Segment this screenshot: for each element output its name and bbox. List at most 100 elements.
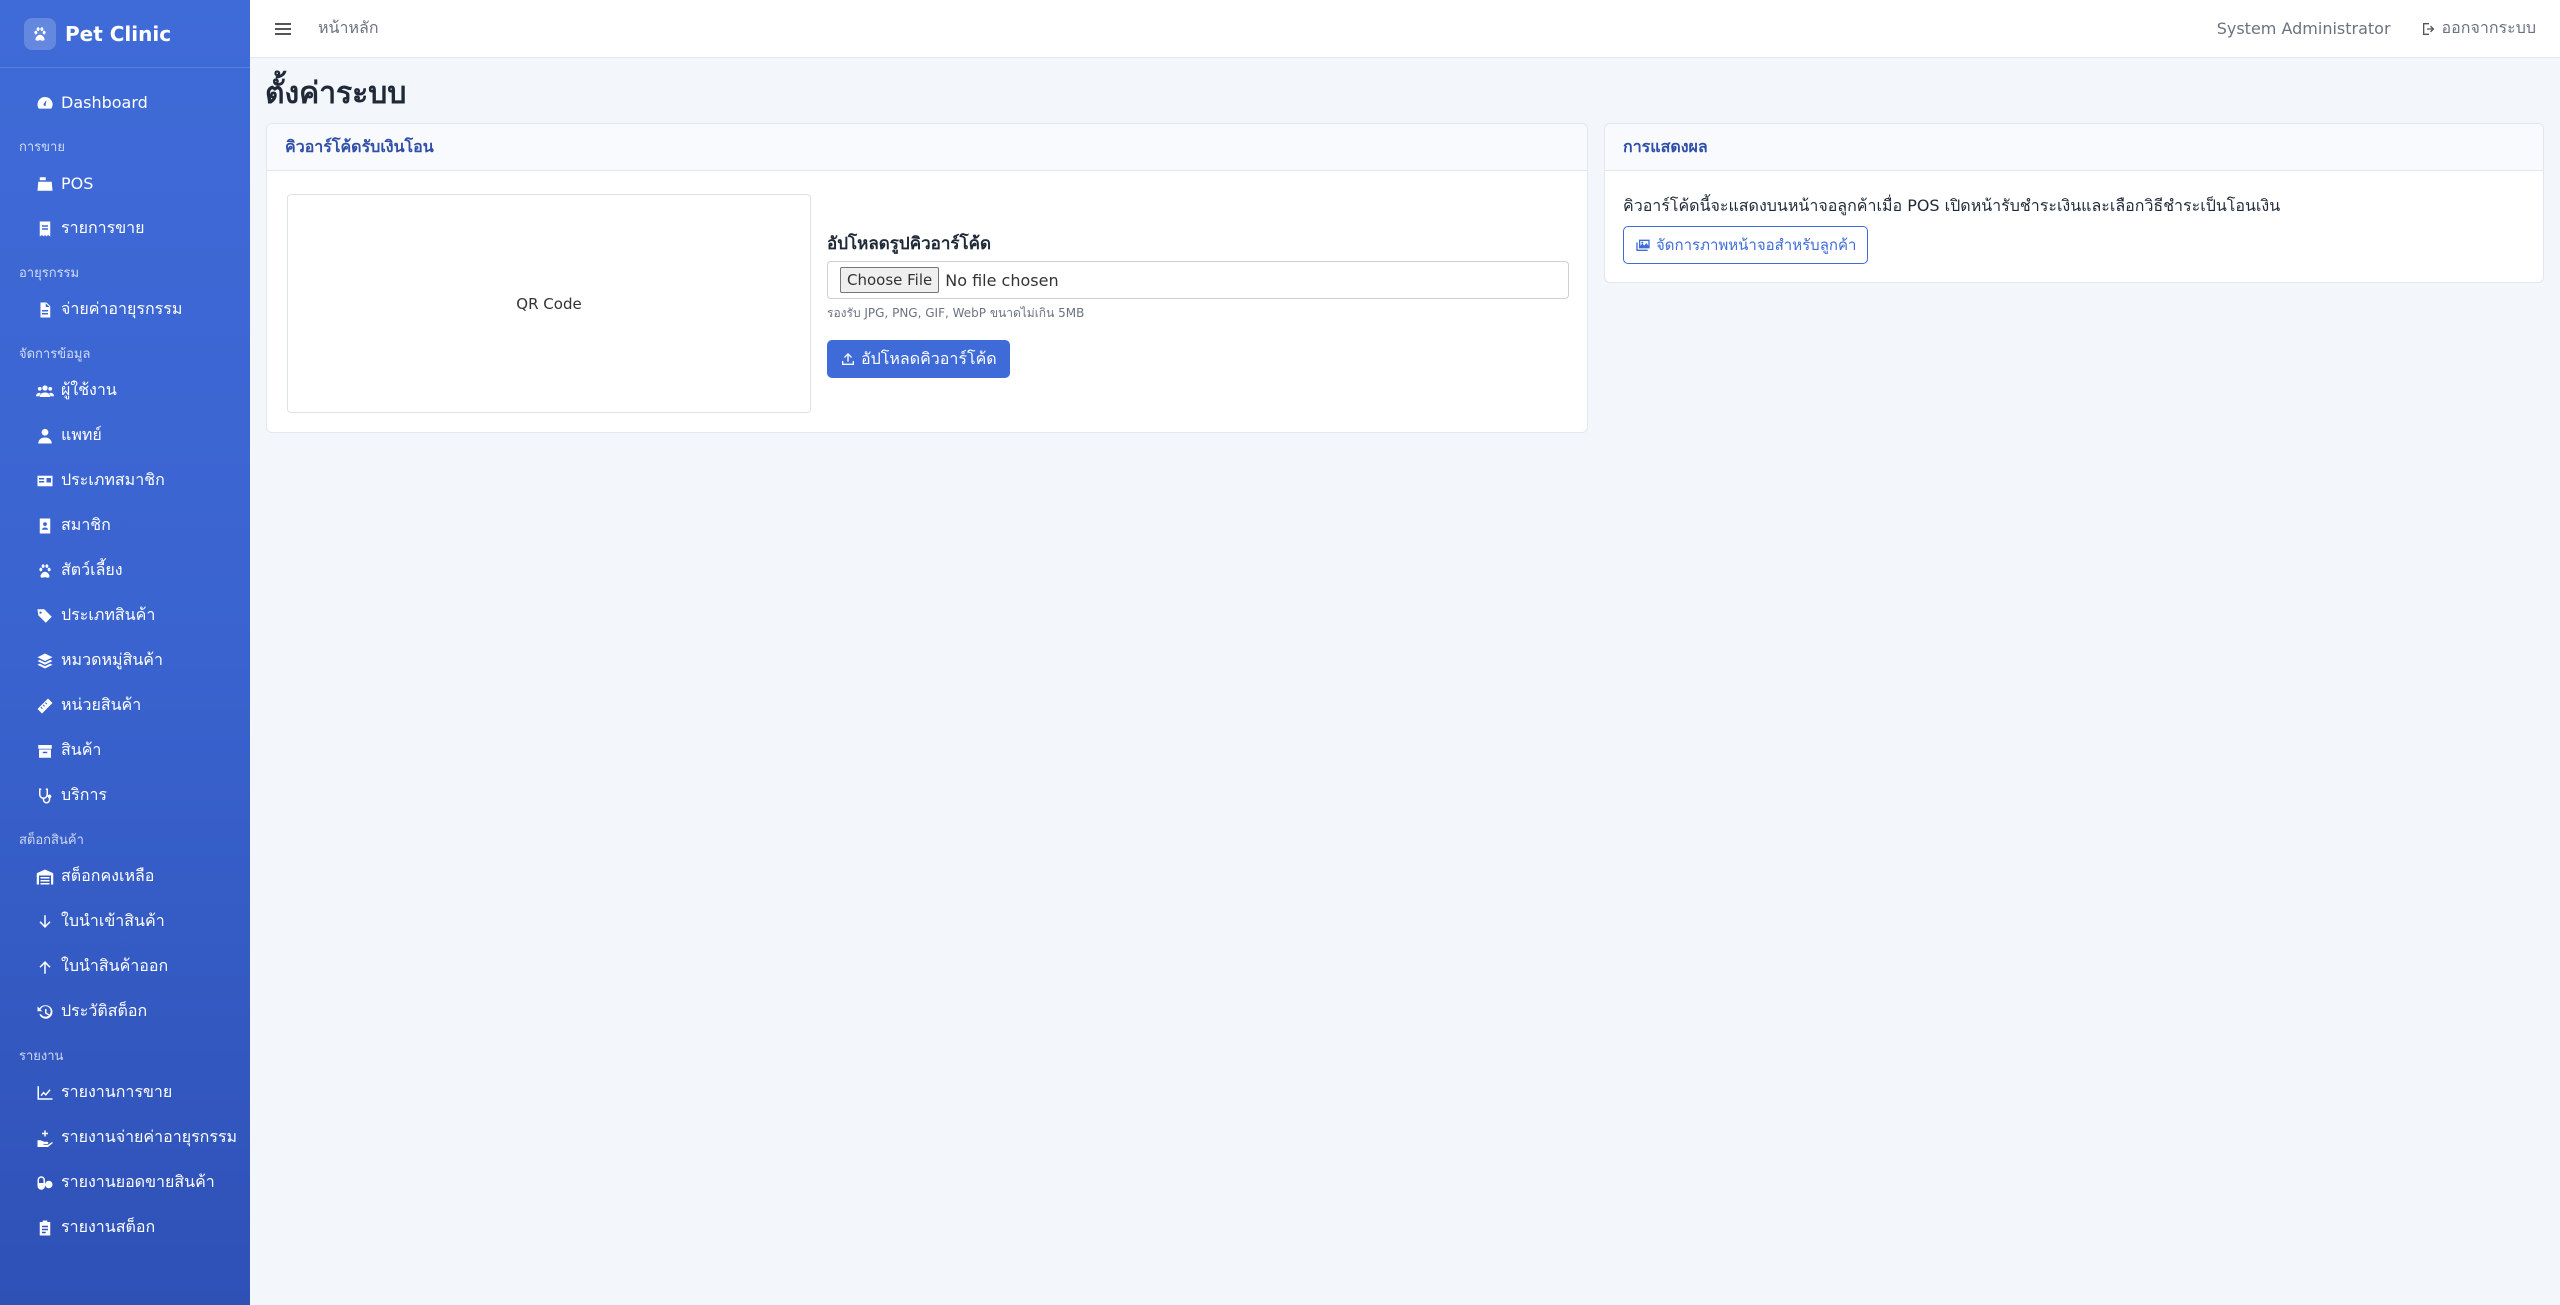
sidebar-item-label: ใบนำเข้าสินค้า bbox=[61, 911, 165, 930]
section-title-reports: รายงาน bbox=[19, 1049, 64, 1064]
receipt-icon bbox=[35, 219, 55, 239]
section-title-sales: การขาย bbox=[19, 140, 65, 155]
sidebar-item-label: POS bbox=[61, 174, 94, 193]
sidebar-item-product-sales-report[interactable]: รายงานยอดขายสินค้า bbox=[0, 1160, 250, 1205]
topbar: หน้าหลัก System Administrator ออกจากระบบ bbox=[250, 0, 2560, 58]
sidebar-item-label: รายการขาย bbox=[61, 218, 145, 237]
sidebar-item-label: สัตว์เลี้ยง bbox=[61, 560, 123, 579]
qr-payment-card: คิวอาร์โค้ดรับเงินโอน QR Code อัปโหลดรูป… bbox=[266, 123, 1588, 433]
sidebar: Pet Clinic Dashboard การขาย POS รายการขา… bbox=[0, 0, 250, 1305]
sidebar-item-label: สินค้า bbox=[61, 740, 102, 759]
sidebar-item-products[interactable]: สินค้า bbox=[0, 728, 250, 773]
sign-out-icon bbox=[2422, 22, 2434, 35]
sidebar-item-stock-balance[interactable]: สต็อกคงเหลือ bbox=[0, 854, 250, 899]
sidebar-item-label: รายงานสต็อก bbox=[61, 1217, 156, 1236]
topbar-right: System Administrator ออกจากระบบ bbox=[2217, 16, 2536, 41]
sidebar-item-stock-in[interactable]: ใบนำเข้าสินค้า bbox=[0, 899, 250, 944]
sidebar-item-pets[interactable]: สัตว์เลี้ยง bbox=[0, 548, 250, 593]
section-title-medicine: อายุรกรรม bbox=[19, 266, 80, 281]
images-icon bbox=[1636, 239, 1650, 251]
sidebar-item-label: รายงานจ่ายค่าอายุรกรรม bbox=[61, 1127, 238, 1146]
sidebar-item-sales-report[interactable]: รายงานการขาย bbox=[0, 1070, 250, 1115]
sidebar-item-label: รายงานการขาย bbox=[61, 1082, 173, 1101]
qr-file-input[interactable]: Choose File No file chosen bbox=[827, 261, 1569, 299]
cash-register-icon bbox=[35, 174, 55, 194]
sidebar-item-label: ผู้ใช้งาน bbox=[61, 380, 117, 399]
paw-icon bbox=[24, 17, 56, 50]
display-card: การแสดงผล คิวอาร์โค้ดนี้จะแสดงบนหน้าจอลู… bbox=[1604, 123, 2544, 283]
sidebar-item-label: สมาชิก bbox=[61, 515, 111, 534]
sidebar-item-label: ประวัติสต็อก bbox=[61, 1001, 148, 1020]
layer-group-icon bbox=[35, 651, 55, 671]
box-icon bbox=[35, 741, 55, 761]
sidebar-item-label: หมวดหมู่สินค้า bbox=[61, 650, 163, 669]
upload-icon bbox=[842, 353, 854, 365]
sidebar-item-label: จ่ายค่าอายุรกรรม bbox=[61, 299, 183, 318]
users-icon bbox=[35, 381, 55, 401]
ruler-icon bbox=[35, 696, 55, 716]
brand[interactable]: Pet Clinic bbox=[0, 0, 250, 68]
section-title-stock: สต็อกสินค้า bbox=[19, 833, 84, 848]
address-card-icon bbox=[35, 516, 55, 536]
hand-holding-medical-icon bbox=[35, 1128, 55, 1148]
sidebar-item-label: แพทย์ bbox=[61, 425, 102, 444]
arrow-down-icon bbox=[35, 912, 55, 932]
sidebar-item-label: สต็อกคงเหลือ bbox=[61, 866, 155, 885]
brand-name: Pet Clinic bbox=[65, 21, 172, 46]
logout-label: ออกจากระบบ bbox=[2441, 18, 2536, 37]
sidebar-item-stock-report[interactable]: รายงานสต็อก bbox=[0, 1205, 250, 1250]
sidebar-item-label: Dashboard bbox=[61, 93, 148, 112]
user-doctor-icon bbox=[35, 426, 55, 446]
sidebar-item-doctors[interactable]: แพทย์ bbox=[0, 413, 250, 458]
display-description: คิวอาร์โค้ดนี้จะแสดงบนหน้าจอลูกค้าเมื่อ … bbox=[1623, 196, 2281, 215]
file-invoice-icon bbox=[35, 300, 55, 320]
sidebar-item-stock-out[interactable]: ใบนำสินค้าออก bbox=[0, 944, 250, 989]
gauge-icon bbox=[35, 93, 55, 113]
stethoscope-icon bbox=[35, 786, 55, 806]
card-header: คิวอาร์โค้ดรับเงินโอน bbox=[267, 124, 1587, 171]
sidebar-item-product-units[interactable]: หน่วยสินค้า bbox=[0, 683, 250, 728]
file-status: No file chosen bbox=[945, 270, 1059, 290]
warehouse-icon bbox=[35, 867, 55, 887]
arrow-up-icon bbox=[35, 957, 55, 977]
sidebar-item-medicine-pay[interactable]: จ่ายค่าอายุรกรรม bbox=[0, 287, 250, 332]
upload-qr-button[interactable]: อัปโหลดคิวอาร์โค้ด bbox=[827, 340, 1010, 378]
sidebar-item-label: บริการ bbox=[61, 785, 108, 804]
sidebar-nav: Dashboard การขาย POS รายการขาย อายุรกรรม… bbox=[0, 68, 250, 1250]
upload-label: อัปโหลดรูปคิวอาร์โค้ด bbox=[827, 234, 992, 254]
sidebar-item-dashboard[interactable]: Dashboard bbox=[0, 80, 250, 125]
qr-code-alt-text: QR Code bbox=[516, 294, 582, 313]
sidebar-item-pos[interactable]: POS bbox=[0, 161, 250, 206]
sidebar-item-stock-history[interactable]: ประวัติสต็อก bbox=[0, 989, 250, 1034]
breadcrumb-home[interactable]: หน้าหลัก bbox=[318, 16, 379, 41]
sidebar-item-services[interactable]: บริการ bbox=[0, 773, 250, 818]
sidebar-item-medicine-report[interactable]: รายงานจ่ายค่าอายุรกรรม bbox=[0, 1115, 250, 1160]
sidebar-item-product-categories[interactable]: หมวดหมู่สินค้า bbox=[0, 638, 250, 683]
current-user[interactable]: System Administrator bbox=[2217, 19, 2391, 38]
sidebar-item-label: ประเภทสินค้า bbox=[61, 605, 156, 624]
history-icon bbox=[35, 1002, 55, 1022]
upload-qr-label: อัปโหลดคิวอาร์โค้ด bbox=[861, 348, 997, 368]
sidebar-item-label: หน่วยสินค้า bbox=[61, 695, 142, 714]
sidebar-item-users[interactable]: ผู้ใช้งาน bbox=[0, 368, 250, 413]
sidebar-item-member-types[interactable]: ประเภทสมาชิก bbox=[0, 458, 250, 503]
card-header: การแสดงผล bbox=[1605, 124, 2543, 171]
sidebar-item-sales-list[interactable]: รายการขาย bbox=[0, 206, 250, 251]
manage-button-label: จัดการภาพหน้าจอสำหรับลูกค้า bbox=[1656, 236, 1857, 254]
sidebar-item-label: รายงานยอดขายสินค้า bbox=[61, 1172, 215, 1191]
upload-hint: รองรับ JPG, PNG, GIF, WebP ขนาดไม่เกิน 5… bbox=[827, 306, 1085, 320]
section-title-data: จัดการข้อมูล bbox=[19, 347, 91, 362]
logout-button[interactable]: ออกจากระบบ bbox=[2421, 16, 2536, 41]
pills-icon bbox=[35, 1173, 55, 1193]
menu-toggle-icon[interactable] bbox=[272, 18, 294, 40]
id-card-icon bbox=[35, 471, 55, 491]
manage-customer-display-button[interactable]: จัดการภาพหน้าจอสำหรับลูกค้า bbox=[1623, 226, 1869, 264]
clipboard-list-icon bbox=[35, 1218, 55, 1238]
sidebar-item-label: ประเภทสมาชิก bbox=[61, 470, 165, 489]
choose-file-button[interactable]: Choose File bbox=[840, 267, 940, 293]
qr-code-image: QR Code bbox=[287, 194, 811, 413]
sidebar-item-members[interactable]: สมาชิก bbox=[0, 503, 250, 548]
page-title: ตั้งค่าระบบ bbox=[265, 76, 407, 111]
paw-icon bbox=[35, 561, 55, 581]
sidebar-item-product-types[interactable]: ประเภทสินค้า bbox=[0, 593, 250, 638]
